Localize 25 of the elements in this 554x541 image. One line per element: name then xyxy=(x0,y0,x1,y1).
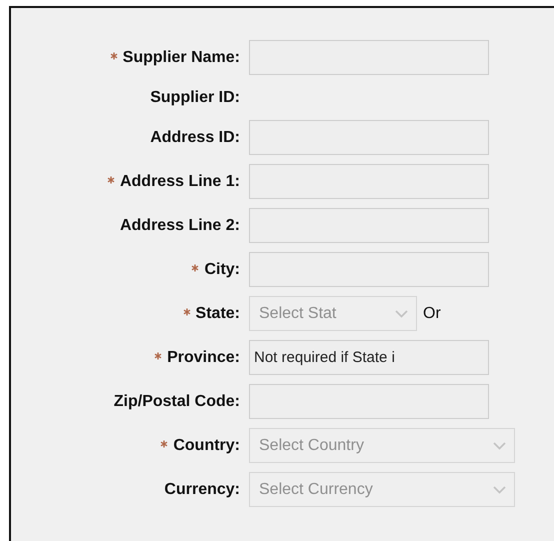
input-field[interactable] xyxy=(249,40,489,75)
field-label: Address Line 1: xyxy=(120,172,240,190)
field-label: Address Line 2: xyxy=(120,216,240,234)
field-label: State: xyxy=(196,304,240,322)
input-field[interactable]: Not required if State i xyxy=(249,340,489,375)
or-text: Or xyxy=(423,304,441,322)
field-label: Zip/Postal Code: xyxy=(114,392,240,410)
input-field[interactable] xyxy=(249,252,489,287)
chevron-icon xyxy=(395,310,408,318)
input-field[interactable] xyxy=(249,164,489,199)
chevron-icon xyxy=(493,486,506,494)
field-label: Province: xyxy=(167,348,240,366)
input-field[interactable] xyxy=(249,120,489,155)
field-label: Address ID: xyxy=(150,128,240,146)
input-field[interactable] xyxy=(249,384,489,419)
field-label: Supplier ID: xyxy=(150,88,240,106)
field-label: Country: xyxy=(173,436,240,454)
input-field[interactable] xyxy=(249,208,489,243)
field-label: Supplier Name: xyxy=(122,48,240,66)
field-label: City: xyxy=(204,260,240,278)
chevron-icon xyxy=(493,442,506,450)
dropdown[interactable]: Select Country xyxy=(249,428,515,463)
dropdown[interactable]: Select Currency xyxy=(249,472,515,507)
field-label: Currency: xyxy=(164,480,240,498)
dropdown[interactable]: Select Stat xyxy=(249,296,417,331)
